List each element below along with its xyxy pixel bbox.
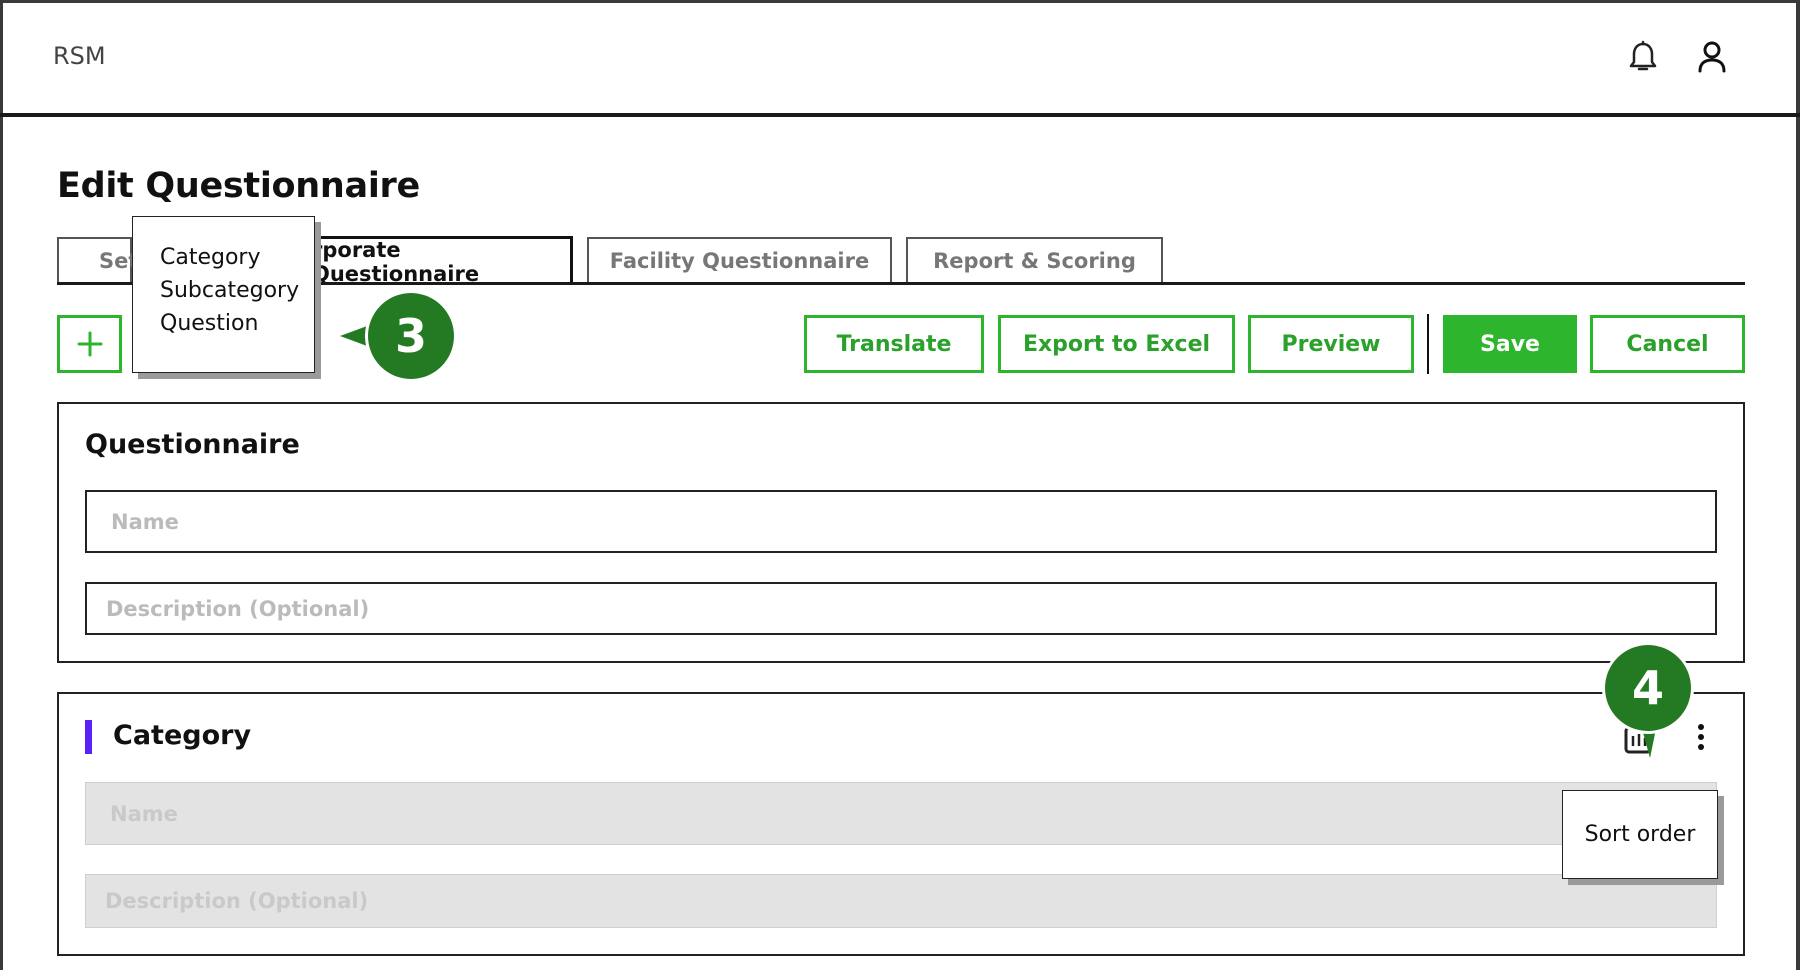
add-menu-item-question[interactable]: Question bbox=[160, 307, 314, 340]
tab-corporate-questionnaire[interactable]: rporate Questionnaire bbox=[300, 236, 573, 286]
tab-report-scoring[interactable]: Report & Scoring bbox=[906, 237, 1163, 283]
category-name-input[interactable]: Name bbox=[85, 782, 1717, 845]
save-button[interactable]: Save bbox=[1443, 315, 1577, 373]
page-title: Edit Questionnaire bbox=[57, 166, 420, 206]
translate-button[interactable]: Translate bbox=[804, 315, 984, 373]
step-callout-3: 3 bbox=[368, 293, 454, 379]
tab-label: rporate Questionnaire bbox=[312, 237, 480, 286]
app-name: RSM bbox=[53, 42, 106, 70]
more-vertical-icon[interactable] bbox=[1688, 722, 1714, 754]
window-border-right bbox=[1796, 0, 1800, 970]
step-callout-4: 4 bbox=[1605, 645, 1691, 731]
plus-icon bbox=[77, 331, 102, 357]
user-icon[interactable] bbox=[1692, 37, 1732, 77]
header-divider bbox=[0, 113, 1800, 117]
category-description-input[interactable]: Description (Optional) bbox=[85, 874, 1717, 928]
add-button[interactable] bbox=[57, 315, 122, 373]
toolbar-divider bbox=[1427, 314, 1429, 374]
tab-label: Facility Questionnaire bbox=[609, 249, 870, 273]
tab-facility-questionnaire[interactable]: Facility Questionnaire bbox=[587, 237, 892, 283]
category-marker bbox=[85, 720, 92, 754]
add-menu-item-subcategory[interactable]: Subcategory bbox=[160, 274, 314, 307]
window-border-top bbox=[0, 0, 1800, 3]
category-title: Category bbox=[113, 720, 252, 751]
cancel-button[interactable]: Cancel bbox=[1590, 315, 1745, 373]
questionnaire-name-input[interactable]: Name bbox=[85, 490, 1717, 553]
bell-icon[interactable] bbox=[1623, 37, 1663, 77]
add-menu-item-category[interactable]: Category bbox=[160, 241, 314, 274]
questionnaire-title: Questionnaire bbox=[85, 429, 300, 460]
sort-order-tooltip: Sort order bbox=[1562, 790, 1718, 879]
preview-button[interactable]: Preview bbox=[1248, 315, 1414, 373]
export-to-excel-button[interactable]: Export to Excel bbox=[998, 315, 1235, 373]
questionnaire-description-input[interactable]: Description (Optional) bbox=[85, 582, 1717, 635]
window-border-left bbox=[0, 0, 3, 970]
add-menu: Category Subcategory Question bbox=[132, 216, 315, 373]
tabs-divider bbox=[573, 282, 1745, 285]
tab-label: Report & Scoring bbox=[933, 249, 1136, 273]
tab-settings[interactable]: Set bbox=[57, 237, 138, 283]
